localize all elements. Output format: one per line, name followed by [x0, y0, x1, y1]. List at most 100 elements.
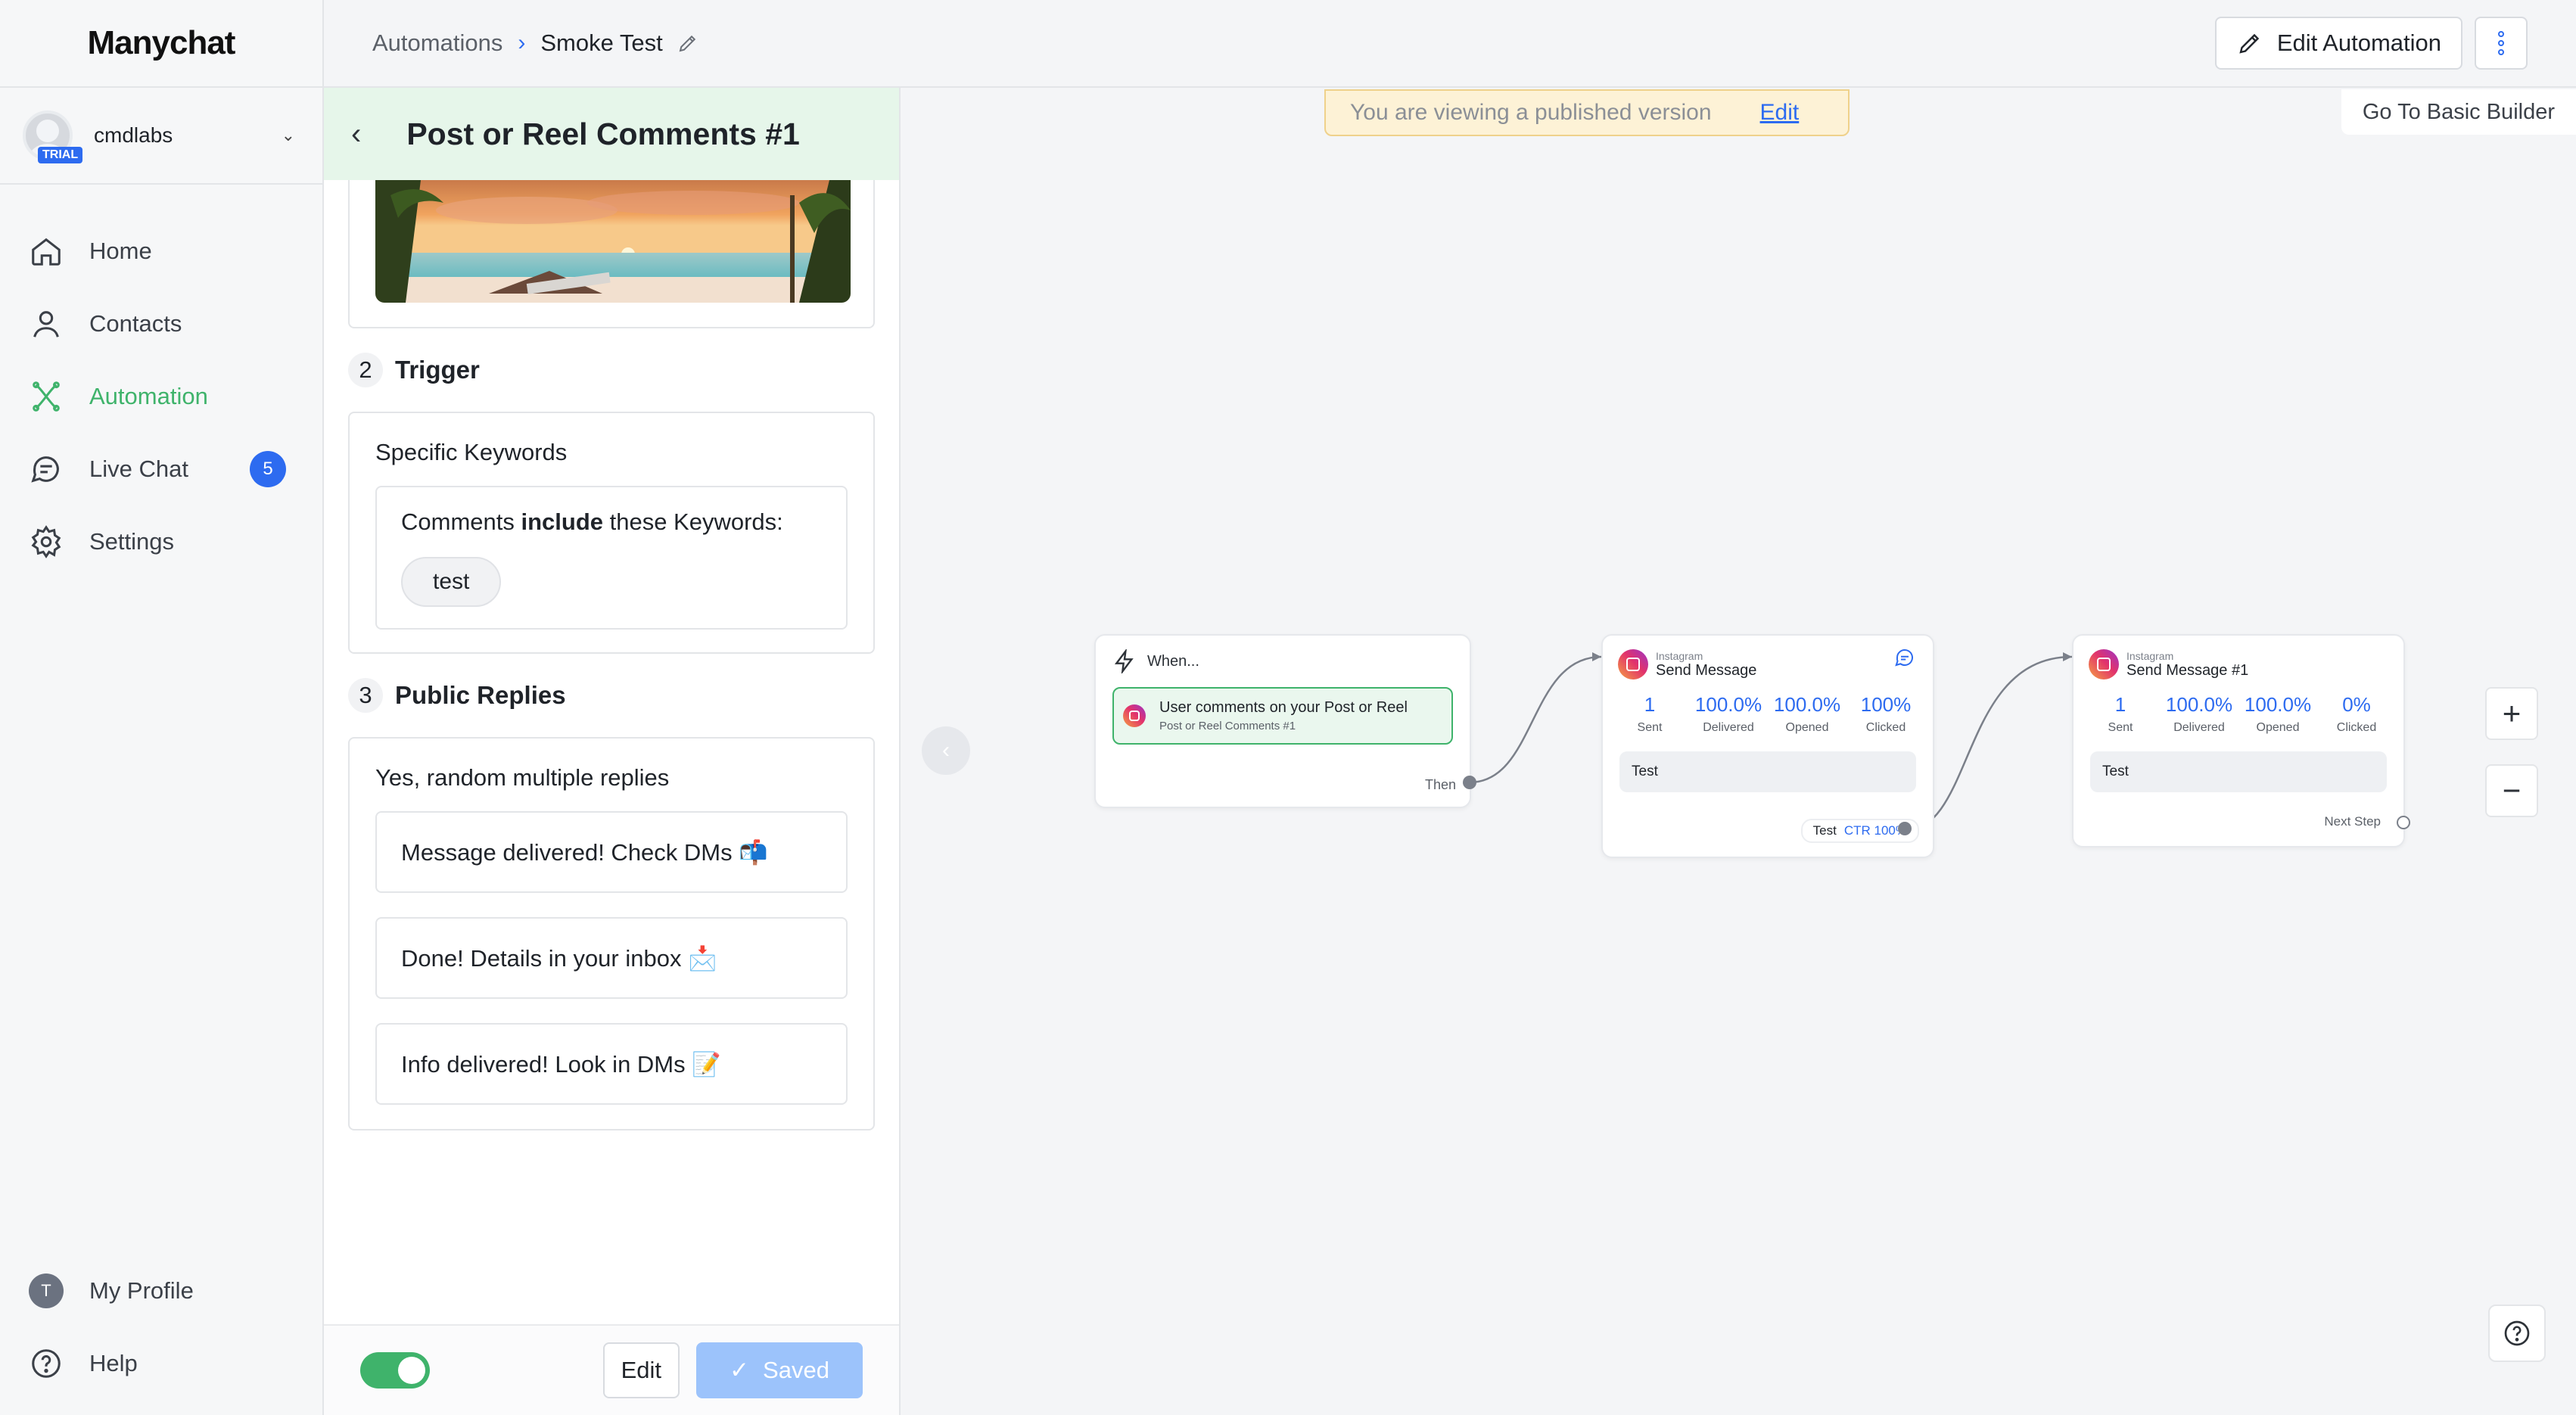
chat-icon: [31, 456, 59, 483]
avatar: TRIAL: [23, 110, 83, 163]
gear-icon: [31, 525, 61, 558]
trigger-pill[interactable]: User comments on your Post or Reel Post …: [1112, 687, 1453, 745]
instagram-icon: [2089, 649, 2119, 680]
person-icon: [33, 311, 59, 337]
node-title: Send Message: [1656, 661, 1757, 679]
node-stats: 1 Sent 100.0% Delivered 100.0% Opened 0% Cli…: [2074, 680, 2403, 735]
more-options-button[interactable]: [2475, 17, 2528, 70]
section-number: 2: [348, 353, 383, 387]
breadcrumb-current: Smoke Test: [540, 30, 663, 56]
sidebar-item-automation[interactable]: Automation: [0, 360, 322, 433]
more-vertical-icon: [2498, 31, 2504, 55]
output-port[interactable]: [1898, 822, 1912, 835]
manychat-logo[interactable]: Manychat: [0, 0, 322, 88]
saved-button[interactable]: ✓ Saved: [696, 1342, 863, 1398]
node-title: Send Message #1: [2126, 661, 2249, 679]
saved-label: Saved: [763, 1357, 829, 1383]
sidebar-item-help[interactable]: Help: [0, 1327, 322, 1400]
instagram-icon: [1123, 704, 1146, 727]
stat-opened: 100.0% Opened: [2244, 693, 2312, 734]
back-arrow-icon[interactable]: ‹: [351, 117, 361, 151]
trial-badge: TRIAL: [38, 147, 83, 163]
next-step-port[interactable]: [2397, 816, 2410, 829]
stat-sent: 1 Sent: [1637, 693, 1663, 734]
breadcrumb-automations[interactable]: Automations: [372, 30, 502, 57]
sidebar-item-my-profile[interactable]: T My Profile: [0, 1255, 322, 1327]
sidebar: Manychat TRIAL cmdlabs ⌄ Home Contacts A…: [0, 0, 324, 1415]
top-bar: Automations › Smoke Test Edit Automation: [324, 0, 2576, 88]
keyword-rule-box: Comments include these Keywords: test: [375, 486, 848, 630]
stat-clicked: 100% Clicked: [1860, 693, 1912, 734]
profile-avatar: T: [29, 1274, 64, 1308]
zoom-out-button[interactable]: −: [2485, 764, 2538, 817]
section-trigger: 2 Trigger: [348, 328, 875, 412]
send-message-node[interactable]: Instagram Send Message 1 Sent 100.0% Deliv…: [1601, 634, 1934, 858]
panel-header: ‹ Post or Reel Comments #1: [324, 88, 899, 180]
trigger-node-title: When...: [1147, 652, 1199, 670]
chevron-down-icon: ⌄: [281, 126, 295, 145]
sidebar-item-label: Automation: [89, 383, 208, 409]
section-title: Public Replies: [395, 681, 566, 709]
section-public-replies: 3 Public Replies: [348, 654, 875, 737]
trigger-detail-panel: ‹ Post or Reel Comments #1 2 Trigger Spe…: [324, 88, 901, 1415]
instagram-icon: [1618, 649, 1648, 680]
stat-sent: 1 Sent: [2108, 693, 2133, 734]
node-header: Instagram Send Message #1: [2074, 636, 2403, 680]
sidebar-item-home[interactable]: Home: [0, 215, 322, 288]
check-icon: ✓: [730, 1357, 750, 1383]
stat-clicked: 0% Clicked: [2336, 693, 2377, 734]
replies-card[interactable]: Yes, random multiple replies Message del…: [348, 737, 875, 1130]
post-preview-card: [348, 180, 875, 328]
edit-automation-label: Edit Automation: [2276, 30, 2441, 56]
sidebar-item-label: My Profile: [89, 1277, 194, 1304]
comment-icon: [1895, 648, 1913, 667]
flow-canvas[interactable]: You are viewing a published version Edit…: [901, 88, 2576, 1415]
node-platform: Instagram: [2126, 649, 2174, 662]
rename-pencil-icon[interactable]: [677, 32, 699, 54]
node-stats: 1 Sent 100.0% Delivered 100.0% Opened 100% C…: [1603, 680, 1933, 735]
zoom-in-button[interactable]: +: [2485, 687, 2538, 740]
sidebar-item-contacts[interactable]: Contacts: [0, 288, 322, 360]
main-nav: Home Contacts Automation Live Chat 5 Set…: [0, 185, 322, 578]
sidebar-item-settings[interactable]: Settings: [0, 505, 322, 578]
post-thumbnail[interactable]: [375, 180, 851, 303]
message-text: Test: [2090, 751, 2387, 792]
button-label: Test: [1812, 823, 1837, 838]
then-label: Then: [1424, 777, 1456, 792]
trigger-card[interactable]: Specific Keywords Comments include these…: [348, 412, 875, 654]
stat-opened: 100.0% Opened: [1773, 693, 1841, 734]
node-platform: Instagram: [1656, 649, 1703, 662]
pencil-icon: [2239, 33, 2260, 54]
panel-body: 2 Trigger Specific Keywords Comments inc…: [324, 180, 899, 1130]
home-icon: [32, 238, 61, 266]
edit-automation-button[interactable]: Edit Automation: [2214, 17, 2462, 70]
panel-footer: Edit ✓ Saved: [324, 1324, 899, 1415]
sidebar-bottom: T My Profile Help: [0, 1255, 322, 1415]
trigger-node[interactable]: When... User comments on your Post or Re…: [1094, 634, 1476, 808]
account-switcher[interactable]: TRIAL cmdlabs ⌄: [0, 88, 322, 185]
sidebar-item-label: Home: [89, 238, 152, 264]
replies-mode: Yes, random multiple replies: [375, 764, 670, 791]
reply-item: Info delivered! Look in DMs 📝: [375, 1023, 848, 1105]
panel-edit-button[interactable]: Edit: [602, 1342, 680, 1398]
chevron-right-icon: ›: [518, 30, 526, 55]
trigger-active-toggle[interactable]: [360, 1352, 430, 1389]
keyword-chip: test: [401, 557, 502, 607]
send-message-node-2[interactable]: Instagram Send Message #1 1 Sent 100.0% De…: [2072, 634, 2410, 847]
sidebar-item-live-chat[interactable]: Live Chat 5: [0, 433, 322, 505]
reply-item: Done! Details in your inbox 📩: [375, 917, 848, 999]
account-name: cmdlabs: [94, 123, 173, 147]
trigger-main-text: User comments on your Post or Reel: [1159, 699, 1408, 716]
section-number: 3: [348, 678, 383, 713]
node-header: Instagram Send Message: [1603, 636, 1933, 680]
help-icon: [32, 1349, 61, 1378]
message-text: Test: [1619, 751, 1916, 792]
sidebar-item-label: Live Chat: [89, 456, 188, 482]
unread-badge: 5: [250, 451, 286, 487]
help-button[interactable]: [2488, 1305, 2546, 1362]
trigger-sub-text: Post or Reel Comments #1: [1159, 720, 1296, 732]
next-step-label: Next Step: [2324, 814, 2381, 829]
help-icon: [2504, 1320, 2530, 1346]
stat-delivered: 100.0% Delivered: [2165, 693, 2233, 734]
output-port[interactable]: [1463, 776, 1476, 789]
